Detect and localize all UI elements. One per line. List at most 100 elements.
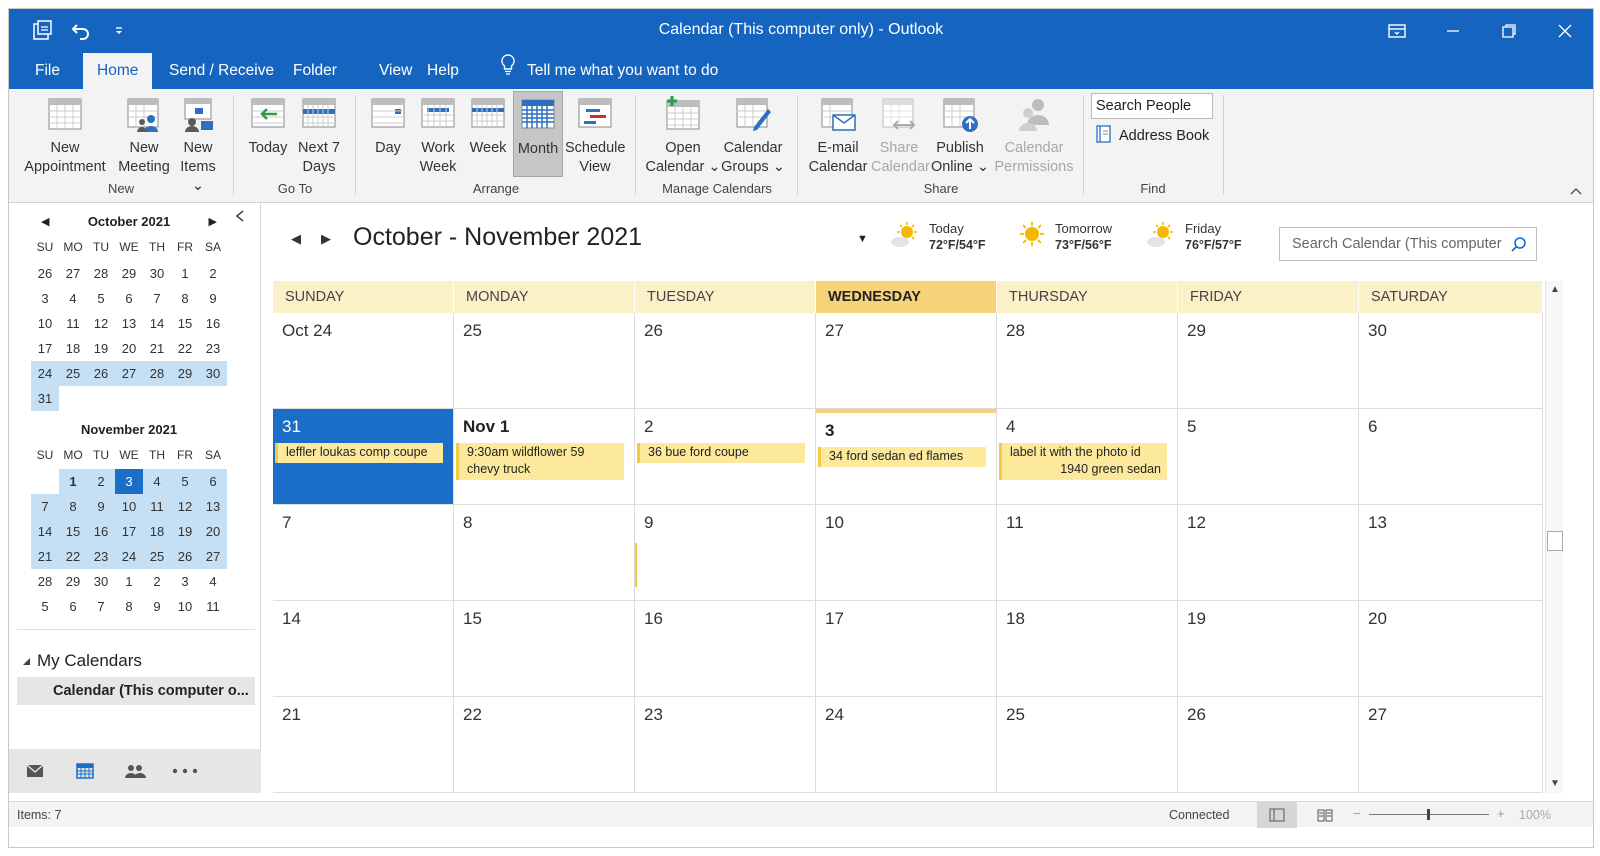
mini-day[interactable]: 30	[143, 261, 171, 286]
mini-day[interactable]: 14	[31, 519, 59, 544]
day-cell[interactable]: 14	[273, 601, 454, 697]
mini-day[interactable]: 21	[143, 336, 171, 361]
day-cell[interactable]: 9	[635, 505, 816, 601]
calendar-folder-item[interactable]: Calendar (This computer o...	[17, 677, 255, 705]
mini-day[interactable]: 16	[199, 311, 227, 336]
mini-day[interactable]: 29	[171, 361, 199, 386]
forward-arrow-icon[interactable]: ▶	[321, 231, 331, 247]
day-cell[interactable]: 5	[1178, 409, 1359, 505]
schedule-view-button[interactable]: Schedule View	[565, 95, 625, 177]
day-cell[interactable]: 25	[454, 313, 635, 409]
mini-day[interactable]: 22	[171, 336, 199, 361]
mini-day[interactable]: 1	[115, 569, 143, 594]
mini-day[interactable]: 10	[115, 494, 143, 519]
mini-day[interactable]: 30	[199, 361, 227, 386]
back-arrow-icon[interactable]: ◀	[291, 231, 301, 247]
mini-day[interactable]: 24	[115, 544, 143, 569]
day-cell[interactable]: 27	[1359, 697, 1543, 793]
publish-online-button[interactable]: Publish Online ⌄	[929, 95, 991, 177]
date-range-dropdown-icon[interactable]: ▼	[857, 233, 868, 245]
email-calendar-button[interactable]: E-mail Calendar	[805, 95, 871, 177]
more-options-icon[interactable]	[161, 749, 209, 793]
month-view-button[interactable]: Month	[513, 91, 563, 177]
day-cell[interactable]: 8	[454, 505, 635, 601]
day-cell[interactable]: 29	[1178, 313, 1359, 409]
search-people-input[interactable]: Search People	[1091, 93, 1213, 119]
day-cell[interactable]: 26	[1178, 697, 1359, 793]
day-cell[interactable]: 11	[997, 505, 1178, 601]
mini-day[interactable]: 19	[87, 336, 115, 361]
open-calendar-button[interactable]: Open Calendar ⌄	[643, 95, 723, 177]
mini-day[interactable]: 11	[59, 311, 87, 336]
zoom-out-icon[interactable]: −	[1353, 806, 1361, 821]
calendar-event[interactable]: 36 bue ford coupe	[637, 443, 805, 463]
day-cell[interactable]: 31 leffler loukas comp coupe	[273, 409, 454, 505]
mini-day[interactable]: 5	[87, 286, 115, 311]
tab-home[interactable]: Home	[83, 53, 153, 89]
new-appointment-button[interactable]: New Appointment	[17, 95, 113, 177]
mini-day[interactable]: 23	[87, 544, 115, 569]
restore-icon[interactable]	[1481, 9, 1537, 53]
next-month-icon[interactable]: ▶	[209, 211, 217, 233]
mini-day[interactable]: 23	[199, 336, 227, 361]
mini-day[interactable]: 31	[31, 386, 59, 411]
mini-day[interactable]: 6	[199, 469, 227, 494]
mini-day[interactable]: 10	[31, 311, 59, 336]
mini-day[interactable]: 7	[87, 594, 115, 619]
mini-day[interactable]: 15	[171, 311, 199, 336]
mini-day[interactable]: 4	[59, 286, 87, 311]
day-cell[interactable]: Oct 24	[273, 313, 454, 409]
day-cell[interactable]: 23	[635, 697, 816, 793]
mini-day[interactable]: 19	[171, 519, 199, 544]
scroll-thumb[interactable]	[1547, 531, 1563, 551]
close-icon[interactable]	[1537, 9, 1593, 53]
mini-day[interactable]: 18	[143, 519, 171, 544]
mini-day[interactable]: 18	[59, 336, 87, 361]
mini-day[interactable]: 20	[115, 336, 143, 361]
mini-day[interactable]: 25	[143, 544, 171, 569]
day-cell[interactable]: Nov 1 9:30am wildflower 59 chevy truck	[454, 409, 635, 505]
mini-day[interactable]: 13	[115, 311, 143, 336]
mini-day[interactable]: 28	[31, 569, 59, 594]
search-icon[interactable]	[1510, 234, 1528, 260]
mini-day[interactable]: 20	[199, 519, 227, 544]
mini-day[interactable]: 22	[59, 544, 87, 569]
mini-day[interactable]: 28	[87, 261, 115, 286]
day-cell[interactable]: 4 label it with the photo id 1940 green se…	[997, 409, 1178, 505]
people-icon[interactable]	[111, 749, 159, 793]
mail-icon[interactable]	[11, 749, 59, 793]
tab-help[interactable]: Help	[413, 53, 473, 89]
mini-day[interactable]: 26	[31, 261, 59, 286]
day-cell[interactable]: 13	[1359, 505, 1543, 601]
mini-day[interactable]: 12	[87, 311, 115, 336]
day-cell[interactable]: 12	[1178, 505, 1359, 601]
day-cell[interactable]: 27	[816, 313, 997, 409]
day-cell[interactable]: 30	[1359, 313, 1543, 409]
collapse-ribbon-icon[interactable]	[1569, 183, 1583, 201]
mini-day[interactable]: 15	[59, 519, 87, 544]
mini-day[interactable]: 11	[143, 494, 171, 519]
calendar-event[interactable]: 9:30am wildflower 59 chevy truck	[456, 443, 624, 480]
mini-day[interactable]: 25	[59, 361, 87, 386]
scroll-down-icon[interactable]: ▼	[1546, 775, 1564, 793]
calendar-event[interactable]: leffler loukas comp coupe	[275, 443, 443, 463]
day-cell[interactable]: 2 36 bue ford coupe	[635, 409, 816, 505]
next-7-days-button[interactable]: Next 7 Days	[293, 95, 345, 177]
search-calendar-input[interactable]: Search Calendar (This computer	[1279, 227, 1537, 261]
mini-day[interactable]: 6	[59, 594, 87, 619]
prev-month-icon[interactable]: ◀	[41, 211, 49, 233]
mini-day[interactable]: 1	[171, 261, 199, 286]
day-cell[interactable]: 25	[997, 697, 1178, 793]
vertical-scrollbar[interactable]: ▲ ▼	[1545, 281, 1563, 793]
mini-day[interactable]: 12	[171, 494, 199, 519]
mini-day[interactable]: 9	[199, 286, 227, 311]
mini-day[interactable]: 5	[31, 594, 59, 619]
mini-day[interactable]: 17	[31, 336, 59, 361]
mini-day[interactable]: 8	[171, 286, 199, 311]
mini-day[interactable]: 26	[87, 361, 115, 386]
today-button[interactable]: Today	[243, 95, 293, 158]
day-cell[interactable]: 19	[1178, 601, 1359, 697]
mini-day[interactable]: 6	[115, 286, 143, 311]
day-cell[interactable]: 24	[816, 697, 997, 793]
mini-day[interactable]: 1	[59, 469, 87, 494]
